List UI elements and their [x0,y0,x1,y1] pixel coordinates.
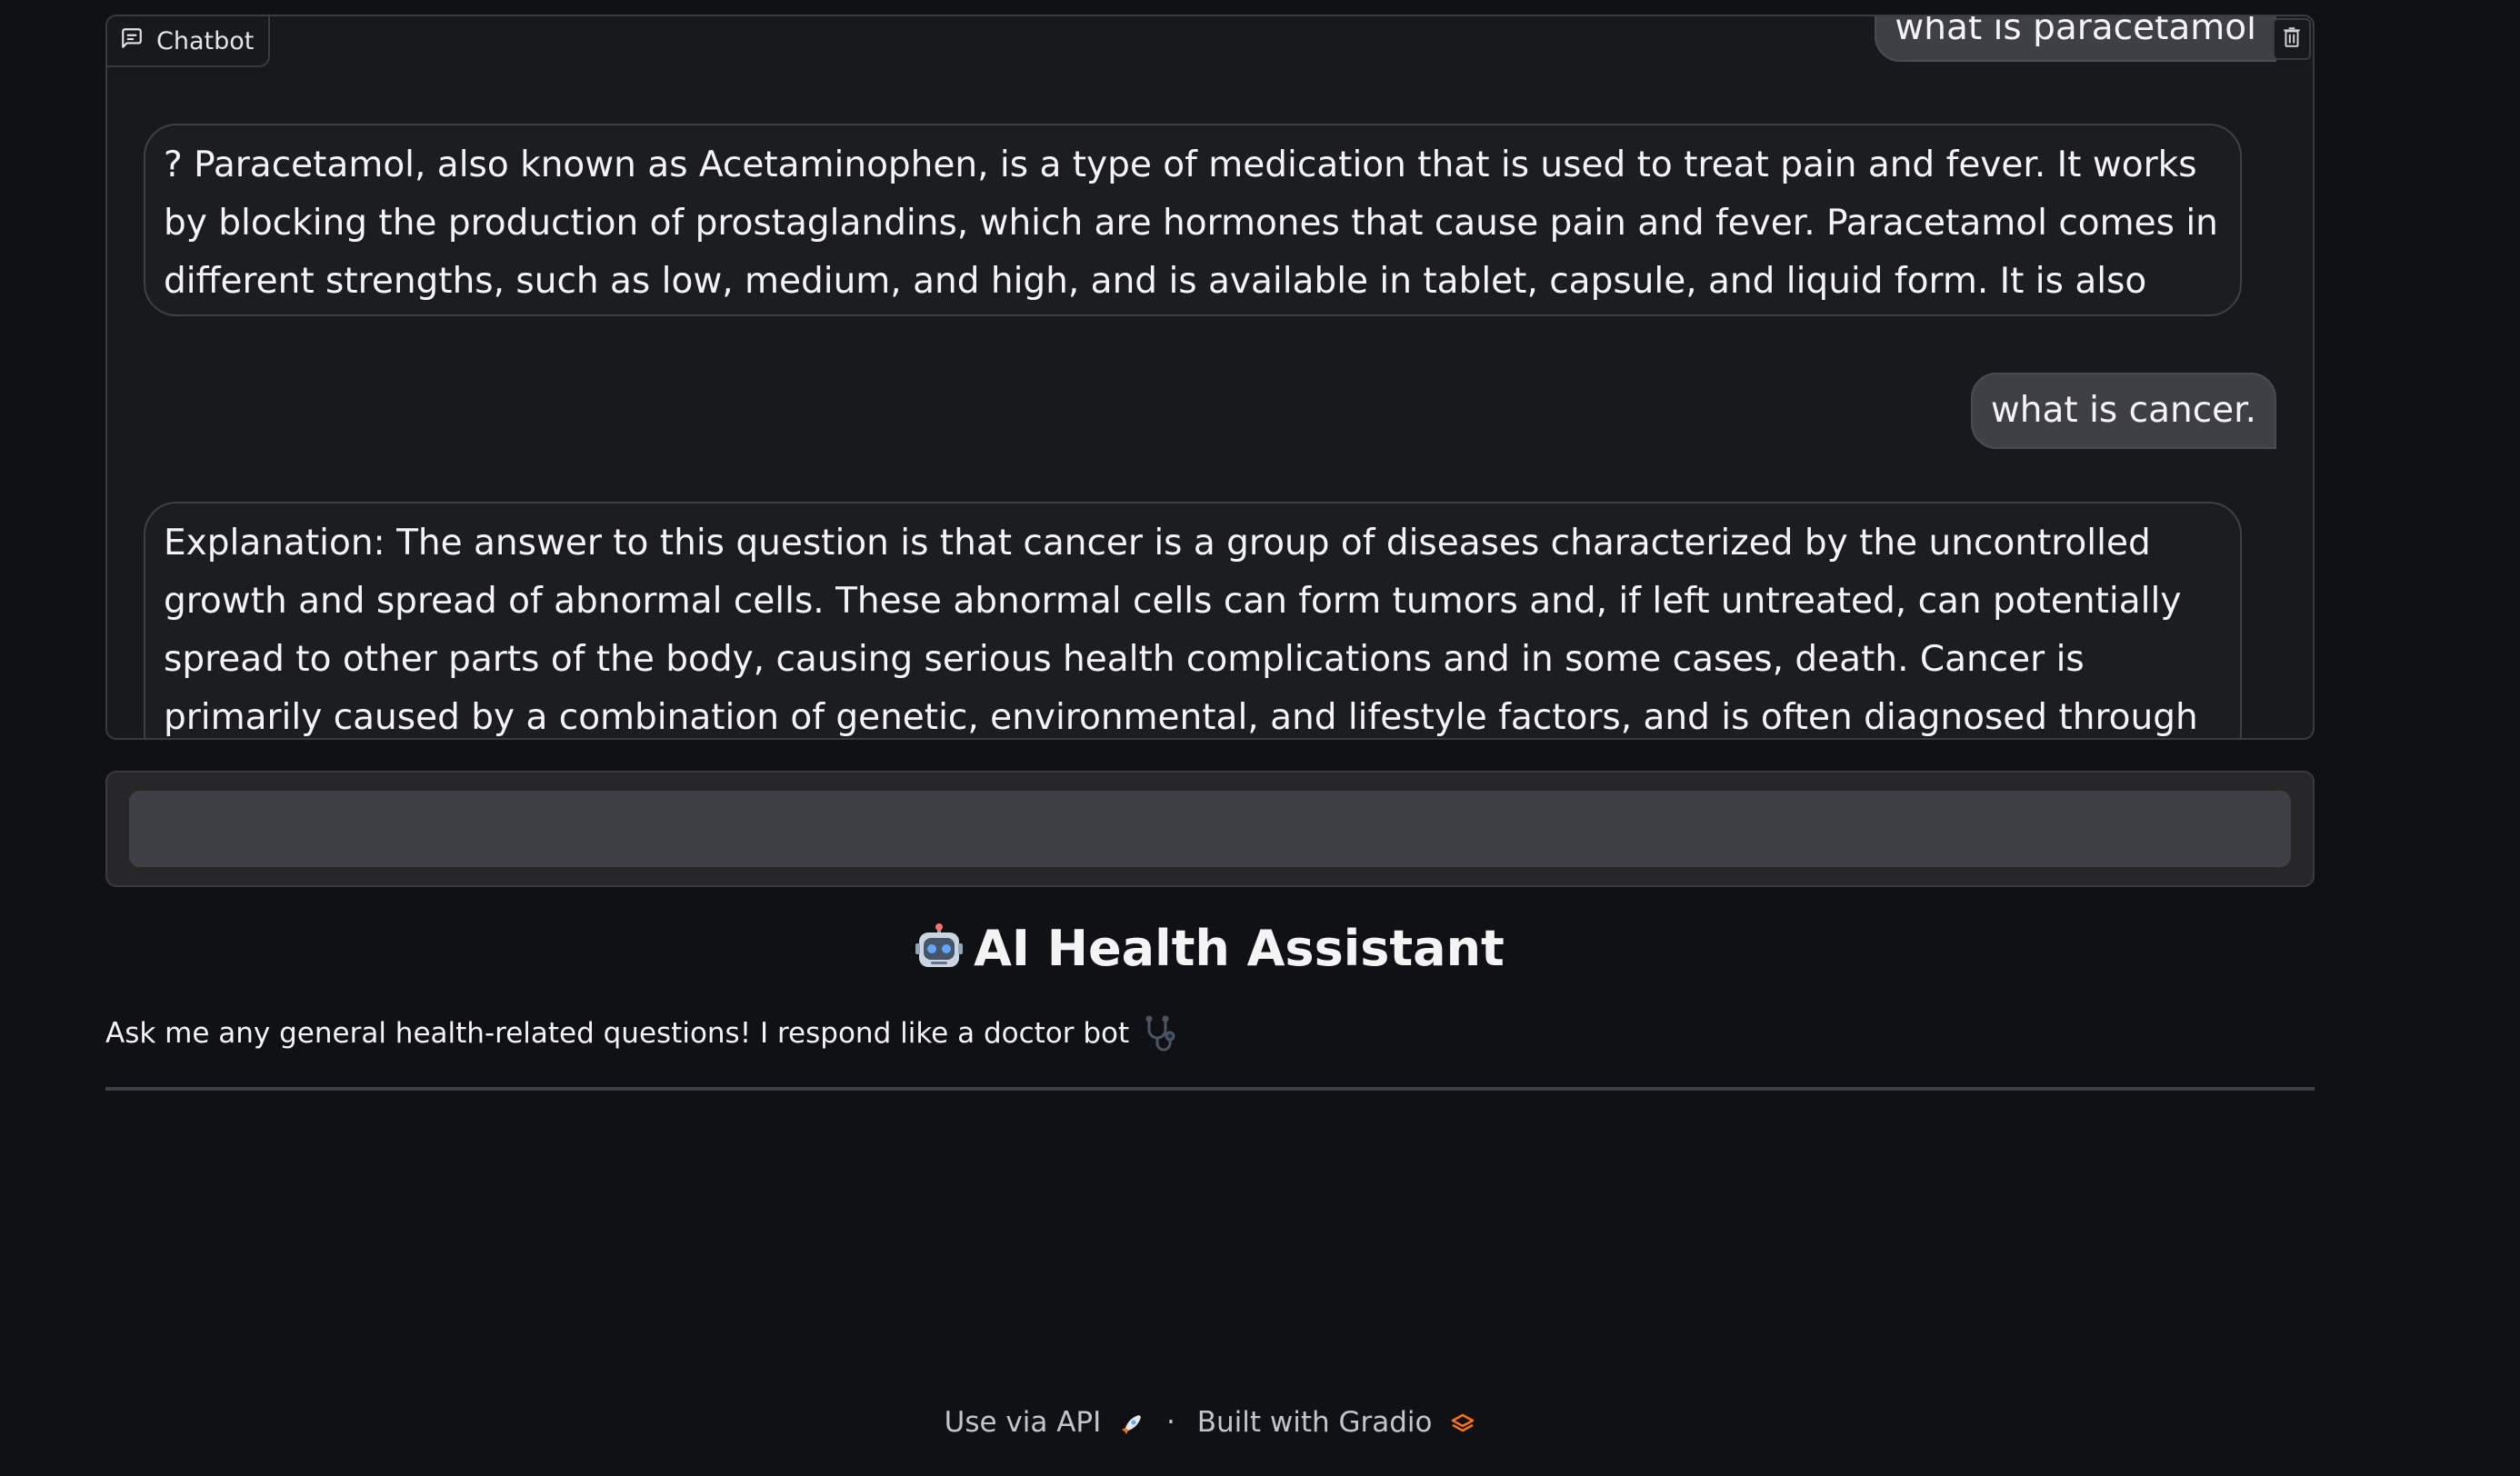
page-title-text: AI Health Assistant [974,920,1505,977]
rocket-icon [1110,1406,1154,1439]
chatbot-label-text: Chatbot [156,26,255,55]
stethoscope-icon [1142,1015,1182,1052]
gradio-logo-icon [1441,1406,1475,1439]
chatbot-panel: Chatbot what is paracetamol ? Paracetamo… [105,15,2315,740]
trash-icon [2282,26,2302,52]
description-text: Ask me any general health-related questi… [105,1017,1130,1050]
bot-message: Explanation: The answer to this question… [144,502,2242,738]
robot-face-icon [915,918,964,967]
chatbot-label: Chatbot [107,16,271,67]
message-input[interactable] [129,791,2291,867]
use-via-api-label: Use via API [944,1406,1102,1439]
page-title: AI Health Assistant [0,913,2420,985]
footer: Use via API · Built with Gradio [0,1400,2420,1445]
built-with-gradio-link[interactable]: Built with Gradio [1197,1406,1476,1439]
clear-chat-button[interactable] [2273,18,2311,60]
divider [105,1087,2315,1091]
message-input-panel [105,771,2315,887]
chat-icon [120,26,144,56]
bot-message: ? Paracetamol, also known as Acetaminoph… [144,124,2242,316]
use-via-api-link[interactable]: Use via API [945,1406,1154,1439]
footer-separator: · [1165,1406,1175,1439]
built-with-gradio-label: Built with Gradio [1196,1406,1433,1439]
user-message: what is cancer. [1970,373,2276,449]
user-message: what is paracetamol [1875,16,2276,62]
description: Ask me any general health-related questi… [105,1011,1182,1056]
